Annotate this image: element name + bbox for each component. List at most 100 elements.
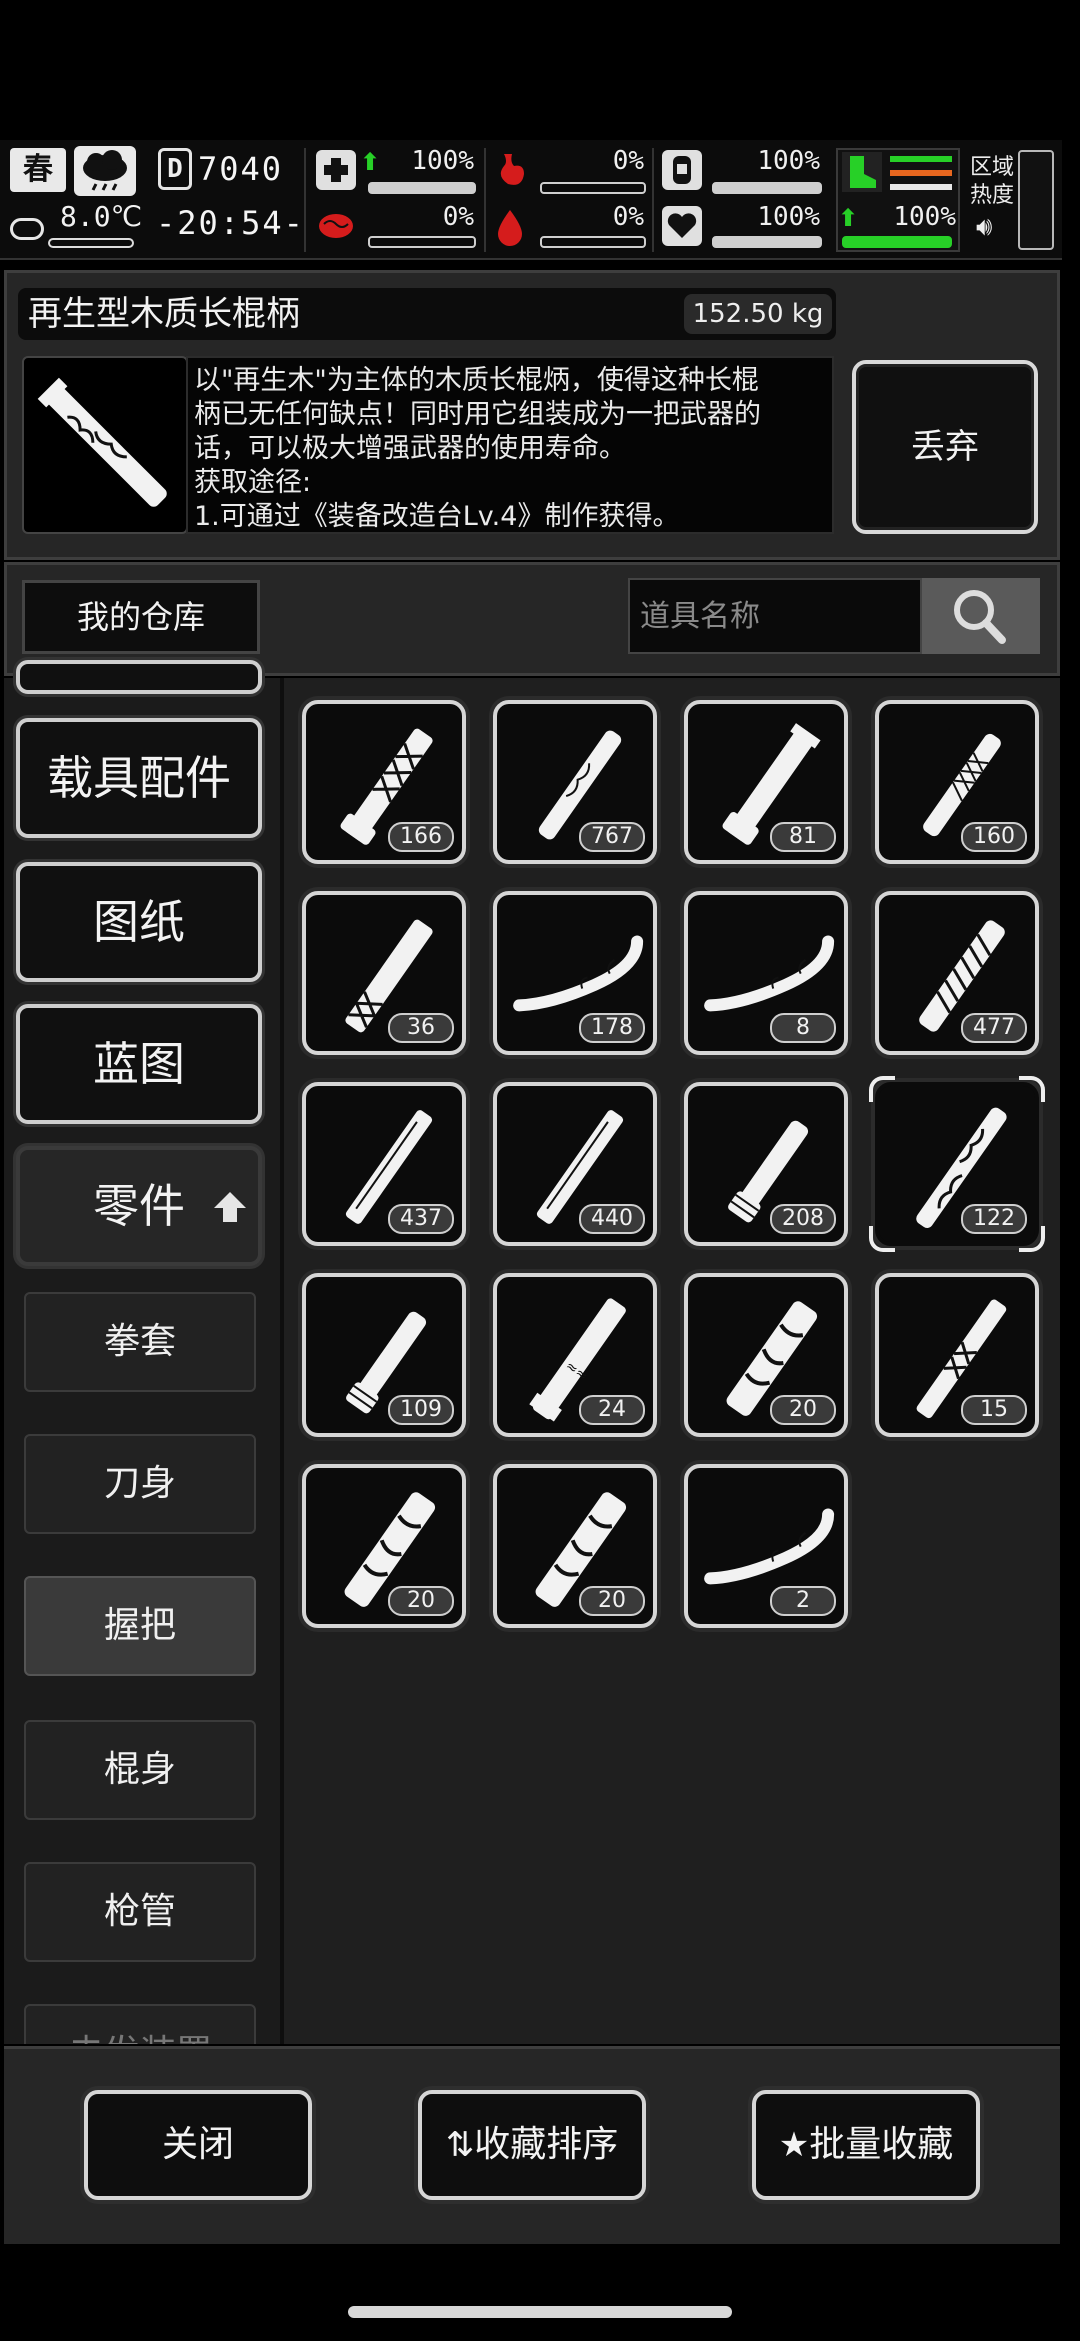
subcategory-barrel[interactable]: 枪管 (24, 1862, 256, 1962)
item-count: 2 (770, 1586, 836, 1616)
blood-value: 0% (612, 202, 644, 232)
batch-favorite-button[interactable]: ★批量收藏 (752, 2090, 980, 2200)
item-slot[interactable]: 15 (875, 1273, 1039, 1437)
item-slot[interactable]: 122 (869, 1076, 1045, 1252)
item-slot[interactable]: 109 (302, 1273, 466, 1437)
health-value: 100% (411, 146, 474, 176)
discard-button[interactable]: 丢弃 (852, 360, 1038, 534)
item-slot[interactable]: 477 (875, 891, 1039, 1055)
item-slot[interactable]: 178 (493, 891, 657, 1055)
item-preview-icon (22, 356, 188, 534)
item-count: 178 (579, 1013, 645, 1043)
category-partial[interactable] (16, 660, 262, 694)
weather-rain-icon (74, 146, 136, 196)
item-count: 437 (388, 1204, 454, 1234)
item-count: 440 (579, 1204, 645, 1234)
blood-bar (540, 236, 646, 248)
subcategory-gloves[interactable]: 拳套 (24, 1292, 256, 1392)
item-slot[interactable]: 20 (493, 1464, 657, 1628)
star-icon: ★ (778, 2125, 810, 2165)
boot-icon (842, 152, 882, 192)
home-indicator[interactable] (348, 2306, 732, 2318)
heart-value: 100% (757, 202, 820, 232)
stamina-white-bar (890, 184, 952, 190)
water-bottle-icon (662, 150, 702, 190)
search-icon (954, 590, 1006, 644)
item-count: 166 (388, 822, 454, 852)
game-clock: -20:54- (156, 204, 305, 242)
hunger-value: 0% (612, 146, 644, 176)
subcategory-trigger-clip: 击发装置 (24, 2004, 256, 2044)
item-slot[interactable]: 160 (875, 700, 1039, 864)
collapse-arrow-icon (214, 1192, 246, 1222)
region-heat-label: 区域 热度 (970, 154, 1014, 214)
subcategory-trigger[interactable]: 击发装置 (24, 2004, 256, 2044)
item-count: 24 (579, 1395, 645, 1425)
item-count: 15 (961, 1395, 1027, 1425)
item-slot[interactable]: 166 (302, 700, 466, 864)
mental-bar (368, 236, 476, 248)
subcategory-staff-body[interactable]: 棍身 (24, 1720, 256, 1820)
item-count: 477 (961, 1013, 1027, 1043)
hunger-bar (540, 182, 646, 194)
stomach-icon (490, 150, 530, 190)
subcategory-grip[interactable]: 握把 (24, 1576, 256, 1676)
item-slot[interactable]: 208 (684, 1082, 848, 1246)
selection-corner (1019, 1076, 1045, 1102)
divider (484, 148, 486, 252)
sort-favorites-button[interactable]: ⇅收藏排序 (418, 2090, 646, 2200)
batch-favorite-label: 批量收藏 (809, 2124, 954, 2165)
item-slot[interactable]: 36 (302, 891, 466, 1055)
item-count: 36 (388, 1013, 454, 1043)
search-input[interactable] (628, 578, 922, 654)
blood-drop-icon (490, 206, 530, 246)
subcategory-blade[interactable]: 刀身 (24, 1434, 256, 1534)
swap-arrows-icon: ⇅ (445, 2125, 475, 2165)
stamina-value: 100% (893, 202, 956, 232)
category-drawings[interactable]: 图纸 (16, 862, 262, 982)
speaker-icon[interactable]: 🔊︎ (976, 212, 1012, 242)
item-slot[interactable]: 2 (684, 1464, 848, 1628)
item-slot[interactable]: 20 (302, 1464, 466, 1628)
item-count: 20 (388, 1586, 454, 1616)
item-count: 160 (961, 822, 1027, 852)
stamina-orange-bar (890, 170, 952, 176)
category-blueprints[interactable]: 蓝图 (16, 1004, 262, 1124)
category-vehicle-parts[interactable]: 载具配件 (16, 718, 262, 838)
divider (652, 148, 654, 252)
item-slot[interactable]: 440 (493, 1082, 657, 1246)
category-parts[interactable]: 零件 (16, 1146, 262, 1266)
item-slot[interactable]: 767 (493, 700, 657, 864)
day-icon: D (158, 148, 192, 190)
my-warehouse-button[interactable]: 我的仓库 (22, 580, 260, 654)
region-heat-meter (1018, 150, 1054, 250)
item-count: 122 (961, 1204, 1027, 1234)
heat-label: 热度 (970, 183, 1015, 208)
water-value: 100% (757, 146, 820, 176)
heart-icon (662, 206, 702, 246)
sort-favorites-label: 收藏排序 (474, 2124, 619, 2165)
selection-corner (869, 1226, 895, 1252)
item-slot[interactable]: 20 (684, 1273, 848, 1437)
item-slot[interactable]: 437 (302, 1082, 466, 1246)
stamina-green-bar (890, 156, 952, 162)
item-count: 208 (770, 1204, 836, 1234)
item-weight: 152.50 kg (684, 294, 832, 334)
item-count: 8 (770, 1013, 836, 1043)
category-parts-label: 零件 (93, 1179, 185, 1233)
item-slot[interactable]: 81 (684, 700, 848, 864)
stamina-bar (842, 236, 952, 248)
search-button[interactable] (922, 578, 1040, 654)
season-badge: 春 (10, 148, 66, 192)
item-count: 81 (770, 822, 836, 852)
item-slot[interactable]: 8 (684, 891, 848, 1055)
health-bar (368, 182, 476, 194)
divider (304, 148, 306, 252)
water-bar (712, 182, 822, 194)
thermometer-icon (10, 218, 44, 240)
brain-icon (316, 206, 356, 246)
item-slot[interactable]: ≈≈ 24 (493, 1273, 657, 1437)
close-button[interactable]: 关闭 (84, 2090, 312, 2200)
selection-corner (869, 1076, 895, 1102)
mental-value: 0% (442, 202, 474, 232)
